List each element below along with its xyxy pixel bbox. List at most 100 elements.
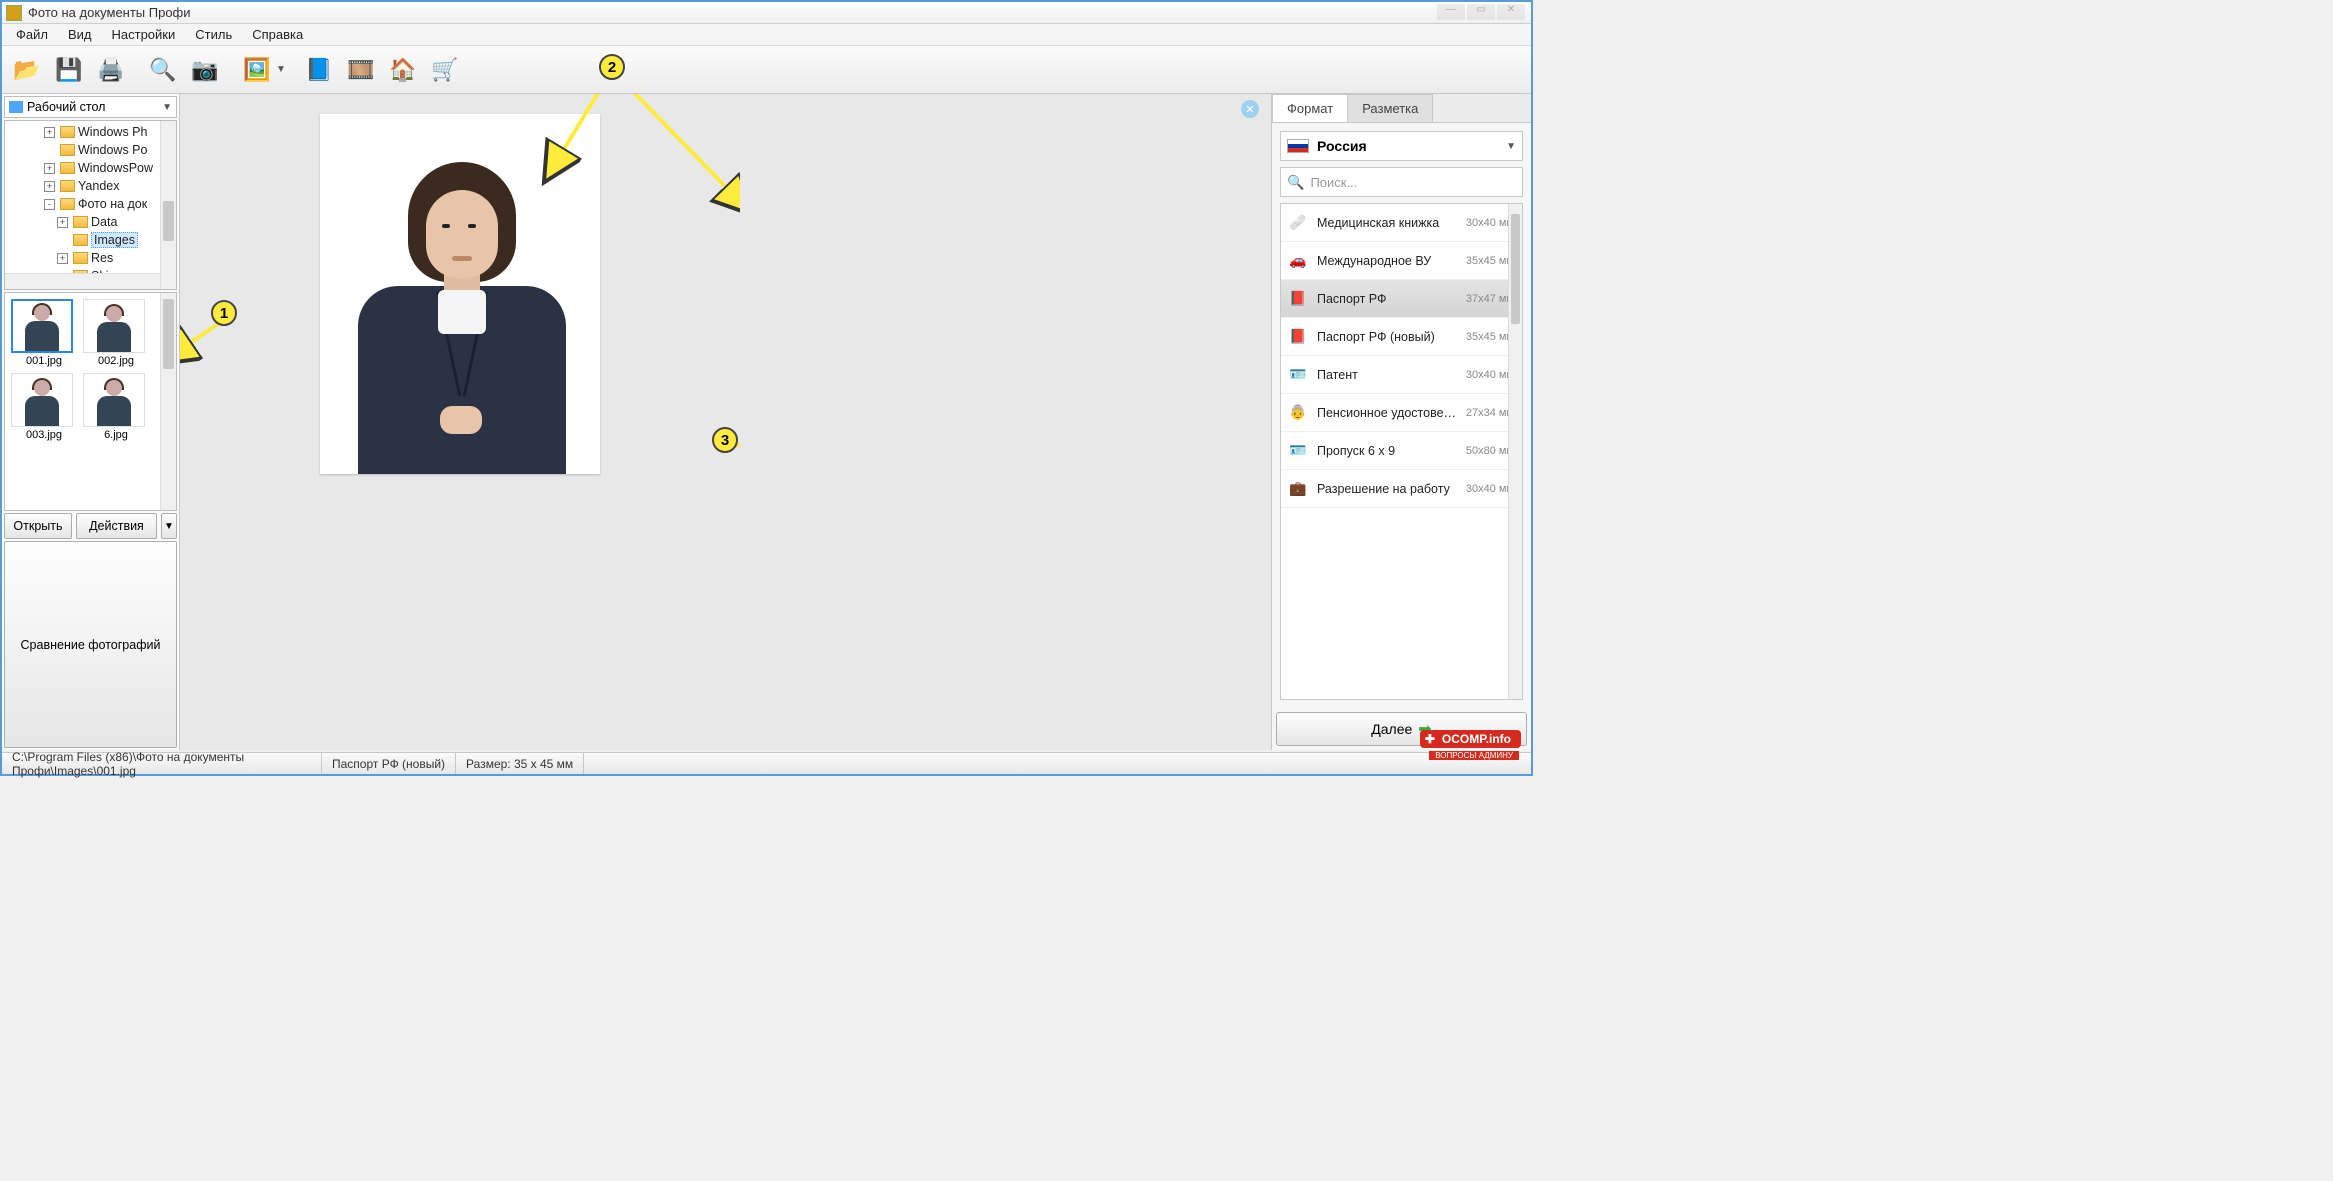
toolbar: 📂 💾 🖨️ 🔍 📷 🖼️ ▼ 📘 🎞️ 🏠 🛒 bbox=[2, 46, 1531, 94]
format-item[interactable]: ★🪪Пропуск 6 x 950x80 мм bbox=[1281, 432, 1522, 470]
scrollbar-vertical[interactable] bbox=[160, 121, 176, 289]
app-icon bbox=[6, 5, 22, 21]
open-button[interactable]: Открыть bbox=[4, 513, 72, 539]
scrollbar-vertical[interactable] bbox=[1508, 204, 1522, 699]
tree-row[interactable]: Images bbox=[5, 231, 176, 249]
format-type-icon: 🪪 bbox=[1289, 366, 1307, 384]
search-input[interactable]: 🔍 Поиск... bbox=[1280, 167, 1523, 197]
tree-row[interactable]: Windows Po bbox=[5, 141, 176, 159]
save-icon[interactable]: 💾 bbox=[50, 51, 88, 89]
tree-row[interactable]: + Yandex bbox=[5, 177, 176, 195]
maximize-button[interactable]: ▭ bbox=[1467, 4, 1495, 20]
tree-expand-icon[interactable]: + bbox=[44, 127, 55, 138]
tree-row[interactable]: - Фото на док bbox=[5, 195, 176, 213]
scrollbar-vertical[interactable] bbox=[160, 293, 176, 510]
folder-icon bbox=[60, 126, 75, 138]
zoom-icon[interactable]: 🔍 bbox=[144, 51, 182, 89]
menu-file[interactable]: Файл bbox=[6, 25, 58, 44]
tree-row[interactable]: + WindowsPow bbox=[5, 159, 176, 177]
format-item[interactable]: ★🚗Международное ВУ35x45 мм bbox=[1281, 242, 1522, 280]
path-combo[interactable]: Рабочий стол ▼ bbox=[4, 96, 177, 118]
open-folder-icon[interactable]: 📂 bbox=[8, 51, 46, 89]
folder-icon bbox=[73, 216, 88, 228]
tree-label: Images bbox=[91, 232, 138, 248]
thumbnail[interactable]: 6.jpg bbox=[83, 373, 149, 441]
actions-dropdown-icon[interactable]: ▼ bbox=[161, 513, 177, 539]
format-name: Паспорт РФ bbox=[1317, 292, 1462, 306]
tabs: Формат Разметка bbox=[1272, 94, 1531, 123]
format-item[interactable]: ★🩹Медицинская книжка30x40 мм bbox=[1281, 204, 1522, 242]
format-name: Пенсионное удостоверение bbox=[1317, 406, 1462, 420]
format-type-icon: 🚗 bbox=[1289, 252, 1307, 270]
camera-icon[interactable]: 📷 bbox=[186, 51, 224, 89]
format-item[interactable]: ★🪪Патент30x40 мм bbox=[1281, 356, 1522, 394]
thumbnail-list[interactable]: 001.jpg 002.jpg003.jpg6.jpg bbox=[4, 292, 177, 511]
person-photo bbox=[340, 134, 580, 474]
image-settings-icon[interactable]: 🖼️ bbox=[238, 51, 276, 89]
home-icon[interactable]: 🏠 bbox=[384, 51, 422, 89]
tree-expand-icon[interactable]: + bbox=[57, 253, 68, 264]
status-path: C:\Program Files (x86)\Фото на документы… bbox=[2, 753, 322, 774]
format-type-icon: 📕 bbox=[1289, 290, 1307, 308]
folder-icon bbox=[60, 144, 75, 156]
window-title: Фото на документы Профи bbox=[28, 5, 191, 20]
menu-help[interactable]: Справка bbox=[242, 25, 313, 44]
tree-row[interactable]: + Res bbox=[5, 249, 176, 267]
close-button[interactable]: ✕ bbox=[1497, 4, 1525, 20]
format-name: Медицинская книжка bbox=[1317, 216, 1462, 230]
format-item[interactable]: ★👵Пенсионное удостоверение27x34 мм bbox=[1281, 394, 1522, 432]
left-panel: Рабочий стол ▼ + Windows Ph Windows Po + Win… bbox=[2, 94, 180, 750]
close-preview-icon[interactable]: ✕ bbox=[1241, 100, 1259, 118]
thumbnail[interactable]: 001.jpg bbox=[11, 299, 77, 367]
callout-1: 1 bbox=[211, 300, 237, 326]
tree-label: Фото на док bbox=[78, 197, 147, 211]
tree-expand-icon[interactable]: + bbox=[44, 163, 55, 174]
tab-format[interactable]: Формат bbox=[1272, 94, 1348, 122]
cart-icon[interactable]: 🛒 bbox=[426, 51, 464, 89]
tree-row[interactable]: + Windows Ph bbox=[5, 123, 176, 141]
video-reel-icon[interactable]: 🎞️ bbox=[342, 51, 380, 89]
format-item[interactable]: ★📕Паспорт РФ37x47 мм bbox=[1281, 280, 1522, 318]
tree-label: WindowsPow bbox=[78, 161, 153, 175]
photo-preview[interactable] bbox=[320, 114, 600, 474]
actions-button[interactable]: Действия bbox=[76, 513, 157, 539]
tree-label: Yandex bbox=[78, 179, 119, 193]
menu-style[interactable]: Стиль bbox=[185, 25, 242, 44]
tree-label: Res bbox=[91, 251, 113, 265]
format-type-icon: 🪪 bbox=[1289, 442, 1307, 460]
tree-expand-icon[interactable]: + bbox=[57, 217, 68, 228]
tree-row[interactable]: +Data bbox=[5, 213, 176, 231]
search-icon: 🔍 bbox=[1287, 174, 1304, 191]
callout-3: 3 bbox=[712, 427, 738, 453]
tree-expand-icon[interactable]: - bbox=[44, 199, 55, 210]
tree-expand-icon[interactable]: + bbox=[44, 181, 55, 192]
format-name: Разрешение на работу bbox=[1317, 482, 1462, 496]
dropdown-arrow-icon[interactable]: ▼ bbox=[276, 64, 286, 75]
chevron-down-icon: ▼ bbox=[1506, 141, 1516, 152]
compare-button[interactable]: Сравнение фотографий bbox=[4, 541, 177, 748]
folder-icon bbox=[60, 162, 75, 174]
folder-tree[interactable]: + Windows Ph Windows Po + WindowsPow + Yandex -… bbox=[4, 120, 177, 290]
thumbnail[interactable]: 002.jpg bbox=[83, 299, 149, 367]
scrollbar-horizontal[interactable] bbox=[5, 273, 160, 289]
watermark-sub: ВОПРОСЫ АДМИНУ bbox=[1429, 751, 1519, 760]
minimize-button[interactable]: — bbox=[1437, 4, 1465, 20]
tree-label: Windows Ph bbox=[78, 125, 147, 139]
right-panel: Формат Разметка Россия ▼ 🔍 Поиск... ★🩹Ме… bbox=[1271, 94, 1531, 750]
statusbar: C:\Program Files (x86)\Фото на документы… bbox=[2, 752, 1531, 774]
thumbnail-caption: 001.jpg bbox=[11, 355, 77, 367]
menu-settings[interactable]: Настройки bbox=[102, 25, 186, 44]
format-name: Пропуск 6 x 9 bbox=[1317, 444, 1462, 458]
format-item[interactable]: ★💼Разрешение на работу30x40 мм bbox=[1281, 470, 1522, 508]
country-select[interactable]: Россия ▼ bbox=[1280, 131, 1523, 161]
tab-layout[interactable]: Разметка bbox=[1347, 94, 1433, 122]
menu-view[interactable]: Вид bbox=[58, 25, 102, 44]
format-item[interactable]: ★📕Паспорт РФ (новый)35x45 мм bbox=[1281, 318, 1522, 356]
thumbnail[interactable]: 003.jpg bbox=[11, 373, 77, 441]
help-book-icon[interactable]: 📘 bbox=[300, 51, 338, 89]
format-list[interactable]: ★🩹Медицинская книжка30x40 мм★🚗Международ… bbox=[1280, 203, 1523, 700]
format-type-icon: 👵 bbox=[1289, 404, 1307, 422]
folder-icon bbox=[60, 180, 75, 192]
print-icon[interactable]: 🖨️ bbox=[92, 51, 130, 89]
flag-russia-icon bbox=[1287, 139, 1309, 153]
